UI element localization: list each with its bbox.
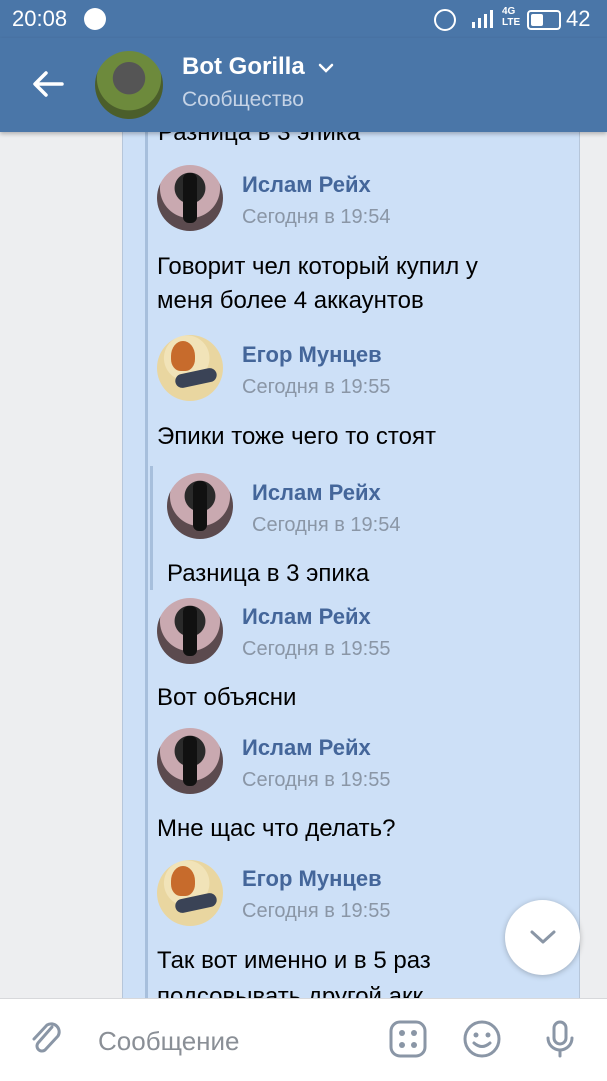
battery-level: 42 <box>566 6 591 31</box>
message-list[interactable]: Разница в 3 эпика Ислам Рейх Сегодня в 1… <box>0 132 607 998</box>
message-text: Эпики тоже чего то стоят <box>157 423 436 450</box>
message-composer <box>0 998 607 1081</box>
message-time: Сегодня в 19:55 <box>242 376 391 398</box>
quote-indicator-bar <box>150 466 153 590</box>
message-text: Разница в 3 эпика <box>167 560 370 587</box>
message-time: Сегодня в 19:55 <box>242 769 391 791</box>
community-title[interactable]: Bot Gorilla <box>182 53 305 81</box>
message-author[interactable]: Егор Мунцев <box>242 342 382 368</box>
message-author[interactable]: Ислам Рейх <box>242 604 371 630</box>
signal-icon <box>472 10 493 28</box>
avatar[interactable] <box>157 860 223 926</box>
message-author[interactable]: Ислам Рейх <box>252 480 381 506</box>
message-author[interactable]: Егор Мунцев <box>242 866 382 892</box>
community-subtitle: Сообщество <box>182 88 304 111</box>
avatar[interactable] <box>157 335 223 401</box>
chat-header: Bot Gorilla Сообщество <box>0 38 607 132</box>
message-text: Говорит чел который купил у <box>157 253 478 280</box>
message-time: Сегодня в 19:55 <box>242 638 391 660</box>
microphone-icon[interactable] <box>540 1019 580 1059</box>
chevron-down-icon <box>530 930 556 944</box>
status-time: 20:08 <box>12 6 68 31</box>
back-arrow-icon[interactable] <box>28 64 68 104</box>
message-time: Сегодня в 19:54 <box>252 514 401 536</box>
battery-icon <box>527 10 561 30</box>
avatar[interactable] <box>167 473 233 539</box>
message-text: подсовывать другой акк <box>157 983 423 998</box>
forward-indicator-bar <box>145 132 148 998</box>
avatar[interactable] <box>157 165 223 231</box>
smile-icon[interactable] <box>462 1019 502 1059</box>
scroll-to-bottom-button[interactable] <box>505 900 580 975</box>
message-time: Сегодня в 19:55 <box>242 900 391 922</box>
message-text: Мне щас что делать? <box>157 815 396 842</box>
message-text: Разница в 3 эпика <box>158 132 361 146</box>
community-avatar[interactable] <box>95 51 163 119</box>
paperclip-icon[interactable] <box>28 1019 64 1059</box>
alarm-icon <box>434 9 456 31</box>
message-input[interactable] <box>96 1021 380 1061</box>
message-text: меня более 4 аккаунтов <box>157 287 424 314</box>
avatar[interactable] <box>157 728 223 794</box>
message-author[interactable]: Ислам Рейх <box>242 735 371 761</box>
message-author[interactable]: Ислам Рейх <box>242 172 371 198</box>
chevron-down-icon[interactable] <box>318 62 334 74</box>
status-bar: 20:08 4G LTE 42 <box>0 0 607 38</box>
keyboard-icon[interactable] <box>388 1019 428 1059</box>
message-text: Вот объясни <box>157 684 297 711</box>
whatsapp-icon <box>84 8 106 30</box>
message-time: Сегодня в 19:54 <box>242 206 391 228</box>
message-text: Так вот именно и в 5 раз <box>157 947 431 974</box>
avatar[interactable] <box>157 598 223 664</box>
network-type: 4G LTE <box>502 6 521 28</box>
